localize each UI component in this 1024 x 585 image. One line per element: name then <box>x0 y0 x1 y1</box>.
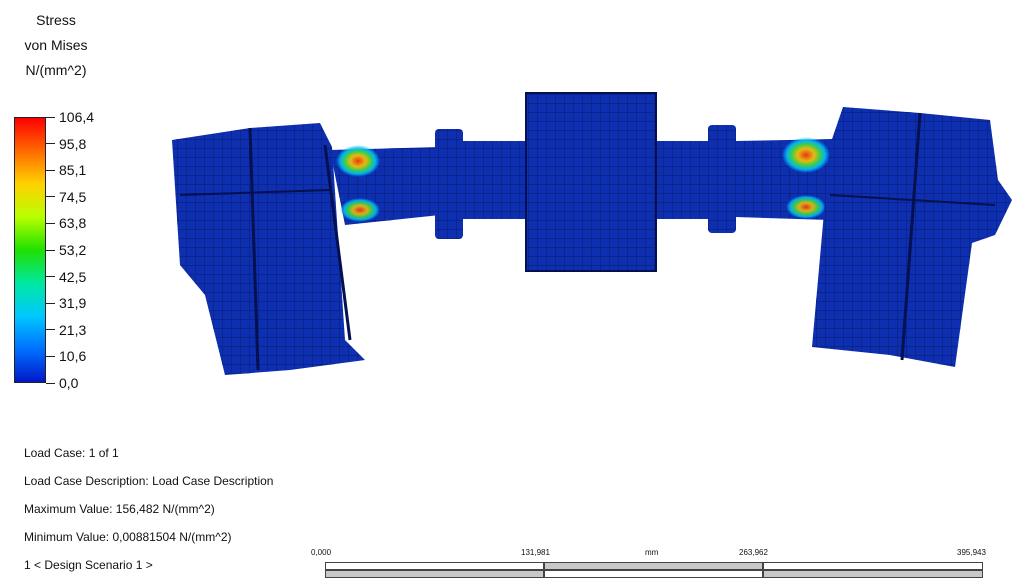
legend-tick-label: 63,8 <box>59 215 87 232</box>
legend-tick: 21,3 <box>46 320 86 340</box>
legend-tick: 74,5 <box>46 187 86 207</box>
legend-colorbar <box>14 117 46 383</box>
left-shaft-section <box>330 145 440 225</box>
legend-tick: 63,8 <box>46 213 86 233</box>
legend-ticks: 106,4 95,8 85,1 74,5 63,8 53,2 42,5 31,9… <box>46 109 126 391</box>
scale-bar-segments <box>325 562 983 580</box>
scale-segment <box>325 562 544 570</box>
right-shaft-section <box>736 137 840 220</box>
central-hub <box>525 92 657 272</box>
design-scenario: 1 < Design Scenario 1 > <box>24 558 153 572</box>
minimum-value: Minimum Value: 0,00881504 N/(mm^2) <box>24 530 232 544</box>
scale-label-0: 0,000 <box>311 548 332 557</box>
legend-title-line-1: Stress <box>36 12 76 28</box>
legend-title-line-3: N/(mm^2) <box>25 62 87 78</box>
legend-tick-label: 10,6 <box>59 348 87 365</box>
load-case-description: Load Case Description: Load Case Descrip… <box>24 474 274 488</box>
scale-segment <box>763 562 983 570</box>
legend-tick: 31,9 <box>46 293 86 313</box>
legend-tick: 42,5 <box>46 267 86 287</box>
legend-tick: 106,4 <box>46 107 94 127</box>
legend-title: Stress von Mises N/(mm^2) <box>0 8 112 83</box>
legend-tick: 10,6 <box>46 346 86 366</box>
legend-tick-label: 85,1 <box>59 162 87 179</box>
legend-title-line-2: von Mises <box>24 37 88 53</box>
legend-tick: 53,2 <box>46 240 86 260</box>
right-end-block <box>812 107 1012 367</box>
scale-label-1: 131,981 <box>521 548 550 557</box>
scale-segment <box>544 570 763 578</box>
scale-segment <box>544 562 763 570</box>
load-case-label: Load Case: 1 of 1 <box>24 446 119 460</box>
legend-tick: 95,8 <box>46 134 86 154</box>
legend-tick-label: 21,3 <box>59 321 87 338</box>
legend-tick-label: 31,9 <box>59 295 87 312</box>
scale-segment <box>763 570 983 578</box>
model-viewport[interactable] <box>150 85 1020 385</box>
legend-tick: 0,0 <box>46 373 78 393</box>
legend-tick-label: 74,5 <box>59 188 87 205</box>
scale-label-2: 263,962 <box>739 548 768 557</box>
legend-tick-label: 53,2 <box>59 242 87 258</box>
scale-label-3: 395,943 <box>957 548 986 557</box>
scale-segment <box>325 570 544 578</box>
legend-tick-label: 0,0 <box>59 375 79 391</box>
legend-tick: 85,1 <box>46 160 86 180</box>
legend-tick-label: 95,8 <box>59 135 87 152</box>
legend-tick-label: 42,5 <box>59 268 87 285</box>
scale-bar: 0,000 131,981 mm 263,962 395,943 <box>311 548 986 582</box>
left-collar <box>435 129 463 239</box>
scale-unit: mm <box>645 548 659 557</box>
right-collar <box>708 125 736 233</box>
maximum-value: Maximum Value: 156,482 N/(mm^2) <box>24 502 215 516</box>
legend-tick-label: 106,4 <box>59 109 95 125</box>
